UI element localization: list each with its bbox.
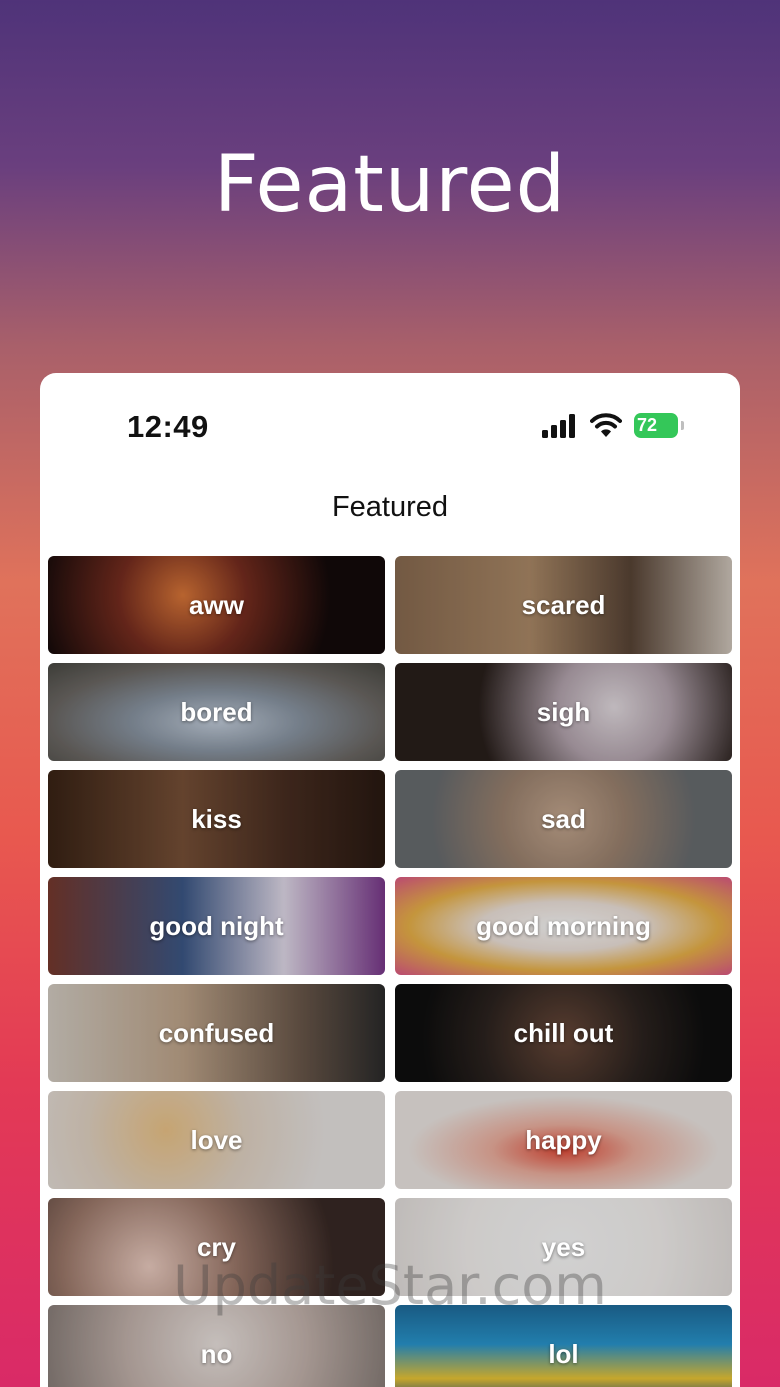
category-tile-sad[interactable]: sad: [395, 770, 732, 868]
category-label: no: [200, 1338, 233, 1369]
category-tile-happy[interactable]: happy: [395, 1091, 732, 1189]
battery-level: 72: [637, 415, 658, 435]
category-label: sad: [541, 803, 586, 834]
category-label: bored: [180, 696, 253, 727]
category-tile-bored[interactable]: bored: [48, 663, 385, 761]
category-grid: aww scared bored sigh kiss sad good nigh…: [48, 556, 732, 1387]
category-label: sigh: [536, 696, 591, 727]
status-bar: 12:49 72: [40, 373, 740, 483]
category-tile-yes[interactable]: yes: [395, 1198, 732, 1296]
category-label: cry: [196, 1231, 237, 1262]
battery-cap: [681, 421, 684, 430]
category-label: chill out: [513, 1017, 614, 1048]
cellular-signal-icon: [542, 414, 575, 438]
category-tile-scared[interactable]: scared: [395, 556, 732, 654]
category-label: yes: [541, 1231, 586, 1262]
category-label: love: [190, 1124, 243, 1155]
category-tile-lol[interactable]: lol: [395, 1305, 732, 1387]
category-label: good morning: [476, 910, 651, 941]
category-tile-cry[interactable]: cry: [48, 1198, 385, 1296]
category-tile-good-morning[interactable]: good morning: [395, 877, 732, 975]
category-label: scared: [521, 589, 606, 620]
status-time: 12:49: [127, 409, 209, 444]
category-tile-good-night[interactable]: good night: [48, 877, 385, 975]
battery-charging-icon: 72: [634, 413, 678, 438]
category-label: good night: [149, 910, 284, 941]
phone-screen: 12:49 72 Featured aww scared bored sigh …: [40, 373, 740, 1387]
category-tile-confused[interactable]: confused: [48, 984, 385, 1082]
category-label: confused: [158, 1017, 275, 1048]
category-tile-love[interactable]: love: [48, 1091, 385, 1189]
category-tile-chill-out[interactable]: chill out: [395, 984, 732, 1082]
category-label: lol: [548, 1338, 579, 1369]
category-label: happy: [525, 1124, 602, 1155]
category-tile-kiss[interactable]: kiss: [48, 770, 385, 868]
wifi-icon: [590, 413, 622, 437]
category-label: kiss: [191, 803, 242, 834]
nav-title: Featured: [331, 491, 449, 523]
category-tile-no[interactable]: no: [48, 1305, 385, 1387]
category-label: aww: [189, 589, 244, 620]
category-tile-aww[interactable]: aww: [48, 556, 385, 654]
category-tile-sigh[interactable]: sigh: [395, 663, 732, 761]
hero-title: Featured: [213, 140, 567, 230]
